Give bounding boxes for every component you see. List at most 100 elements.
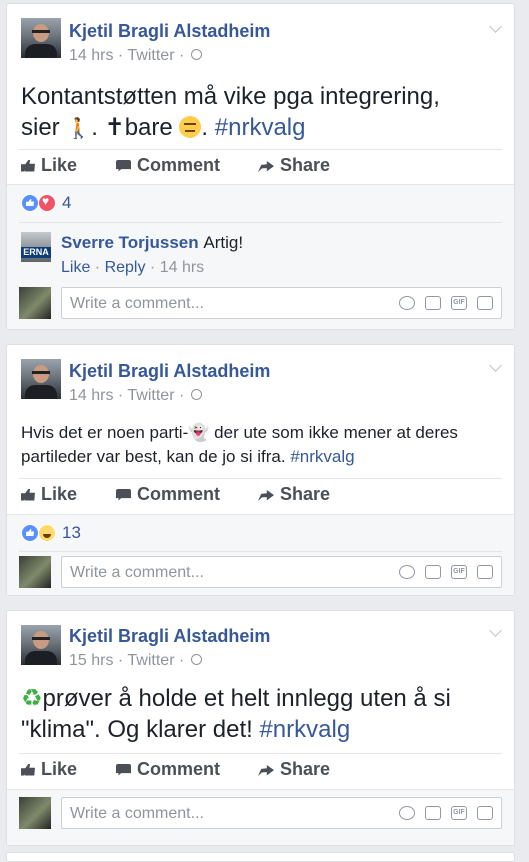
reactions-summary[interactable]: 4 — [21, 193, 71, 213]
love-reaction-icon — [38, 194, 56, 212]
current-user-avatar — [19, 797, 51, 829]
chevron-down-icon[interactable] — [489, 20, 502, 33]
author-avatar[interactable] — [21, 625, 61, 665]
camera-icon[interactable] — [425, 806, 441, 820]
like-icon — [21, 488, 35, 501]
reactions-summary[interactable]: 13 — [21, 523, 81, 543]
reaction-count: 13 — [62, 523, 81, 542]
comments-section: GIF — [7, 789, 514, 845]
share-button[interactable]: Share — [258, 155, 330, 176]
comment-button[interactable]: Comment — [116, 484, 220, 505]
divider — [19, 753, 502, 754]
like-icon — [21, 159, 35, 172]
chevron-down-icon[interactable] — [489, 359, 502, 372]
comment-input[interactable] — [68, 560, 372, 586]
unamused-face-icon — [179, 116, 202, 138]
author-avatar[interactable] — [21, 359, 61, 399]
chevron-down-icon[interactable] — [489, 624, 502, 637]
post-meta: 14 hrs · Twitter · — [69, 47, 202, 65]
comment-reply-link[interactable]: Reply — [105, 259, 146, 276]
sticker-icon[interactable] — [477, 296, 493, 310]
hashtag-link[interactable]: #nrkvalg — [290, 447, 354, 466]
author-avatar[interactable] — [21, 18, 61, 58]
post-text: Kontantstøtten må vike pga integrering, … — [21, 83, 440, 141]
globe-icon — [190, 389, 202, 401]
comment-button[interactable]: Comment — [116, 155, 220, 176]
commenter-name[interactable]: Sverre Torjussen — [61, 233, 199, 252]
post-timestamp[interactable]: 14 hrs · Twitter · — [69, 387, 184, 404]
post-meta: 14 hrs · Twitter · — [69, 387, 202, 405]
recycle-icon: ♻ — [21, 685, 43, 712]
post-text: ♻prøver å holde et helt innlegg uten å s… — [21, 685, 451, 743]
camera-icon[interactable] — [425, 565, 441, 579]
share-icon — [258, 764, 274, 776]
comment-text: Artig! — [203, 233, 244, 252]
divider — [19, 551, 502, 552]
like-icon — [21, 763, 35, 776]
divider — [7, 514, 514, 515]
post-meta: 15 hrs · Twitter · — [69, 652, 202, 670]
author-name[interactable]: Kjetil Bragli Alstadheim — [69, 361, 270, 382]
comment-icon — [116, 159, 131, 172]
like-button[interactable]: Like — [21, 759, 77, 780]
comment-icon — [116, 763, 131, 776]
like-button[interactable]: Like — [21, 155, 77, 176]
comment-input[interactable] — [68, 291, 372, 317]
comment-composer[interactable]: GIF — [61, 556, 502, 588]
current-user-avatar — [19, 287, 51, 319]
author-name[interactable]: Kjetil Bragli Alstadheim — [69, 21, 270, 42]
current-user-avatar — [19, 556, 51, 588]
smile-icon[interactable] — [399, 565, 415, 579]
share-button[interactable]: Share — [258, 759, 330, 780]
gif-icon[interactable]: GIF — [451, 296, 467, 310]
comment-composer[interactable]: GIF — [61, 287, 502, 319]
reaction-count: 4 — [62, 193, 72, 212]
haha-reaction-icon — [38, 524, 56, 542]
like-reaction-icon — [21, 524, 39, 542]
dagger-icon: ✝ — [104, 114, 125, 141]
post-card-3: Kjetil Bragli Alstadheim 15 hrs · Twitte… — [6, 610, 515, 846]
post-timestamp[interactable]: 14 hrs · Twitter · — [69, 47, 184, 64]
author-name[interactable]: Kjetil Bragli Alstadheim — [69, 626, 270, 647]
comment-icon — [116, 488, 131, 501]
avatar-label: ERNA — [21, 247, 51, 258]
post-text: Hvis det er noen parti-👻 der ute som ikk… — [21, 423, 458, 466]
comment-composer[interactable]: GIF — [61, 797, 502, 829]
divider — [7, 184, 514, 185]
gif-icon[interactable]: GIF — [451, 806, 467, 820]
like-reaction-icon — [21, 194, 39, 212]
hashtag-link[interactable]: #nrkvalg — [215, 114, 306, 141]
divider — [19, 478, 502, 479]
comment-body: Sverre Torjussen Artig! — [61, 233, 243, 253]
comment-input[interactable] — [68, 801, 372, 827]
sticker-icon[interactable] — [477, 806, 493, 820]
comment-button[interactable]: Comment — [116, 759, 220, 780]
divider — [7, 789, 514, 790]
comment-timestamp[interactable]: 14 hrs — [160, 259, 204, 276]
next-post-card — [6, 852, 515, 862]
camera-icon[interactable] — [425, 296, 441, 310]
hashtag-link[interactable]: #nrkvalg — [259, 716, 350, 743]
divider — [19, 222, 502, 223]
post-timestamp[interactable]: 15 hrs · Twitter · — [69, 652, 184, 669]
comments-section: 4 ERNA Sverre Torjussen Artig! Like · Re… — [7, 184, 514, 329]
share-icon — [258, 489, 274, 501]
post-card-1: Kjetil Bragli Alstadheim 14 hrs · Twitte… — [6, 3, 515, 330]
like-button[interactable]: Like — [21, 484, 77, 505]
smile-icon[interactable] — [399, 296, 415, 310]
commenter-avatar[interactable]: ERNA — [21, 232, 51, 262]
post-card-2: Kjetil Bragli Alstadheim 14 hrs · Twitte… — [6, 344, 515, 596]
comment-actions: Like · Reply · 14 hrs — [61, 259, 205, 276]
comments-section: 13 GIF — [7, 514, 514, 595]
share-button[interactable]: Share — [258, 484, 330, 505]
share-icon — [258, 160, 274, 172]
gif-icon[interactable]: GIF — [451, 565, 467, 579]
globe-icon — [190, 654, 202, 666]
divider — [19, 149, 502, 150]
comment-like-link[interactable]: Like — [61, 259, 90, 276]
sticker-icon[interactable] — [477, 565, 493, 579]
smile-icon[interactable] — [399, 806, 415, 820]
globe-icon — [190, 49, 202, 61]
ghost-emoji-icon: 👻 — [188, 423, 210, 442]
walking-emoji-icon: 🚶 — [66, 118, 92, 140]
